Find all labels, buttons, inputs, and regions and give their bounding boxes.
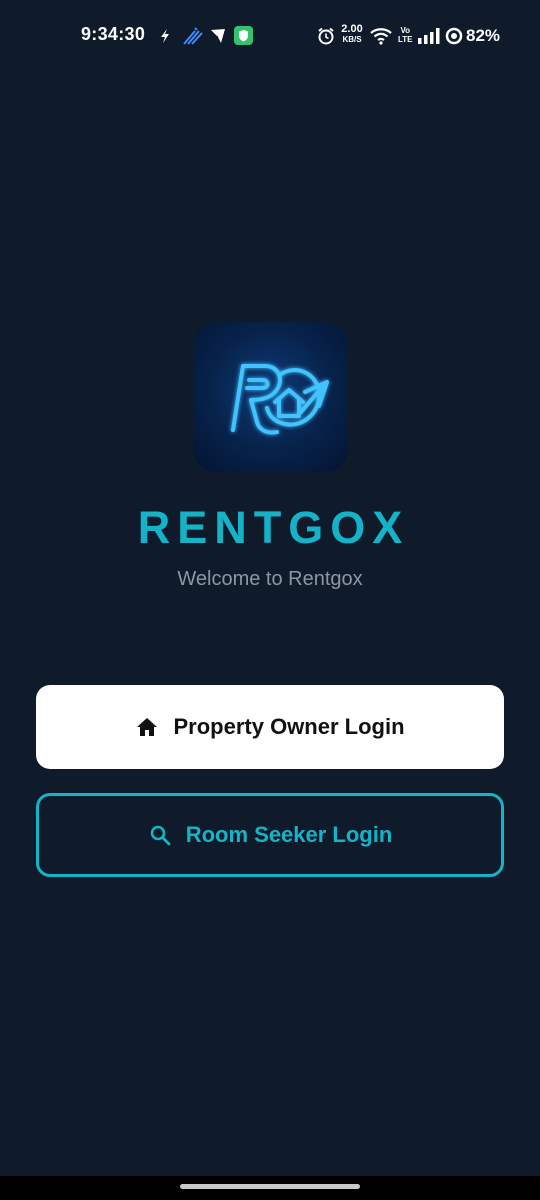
send-icon — [211, 29, 225, 43]
room-seeker-login-label: Room Seeker Login — [185, 822, 393, 847]
volte-top: Vo — [400, 26, 411, 35]
app-subtitle: Welcome to Rentgox — [177, 568, 363, 590]
app-logo-mark — [231, 364, 329, 435]
network-speed-value: 2.00 — [341, 23, 363, 35]
app-logo — [193, 322, 348, 472]
shield-icon — [234, 26, 253, 45]
property-owner-login-button[interactable]: Property Owner Login — [36, 685, 504, 769]
wifi-icon — [370, 28, 392, 45]
battery-percentage: 82% — [466, 26, 501, 45]
home-indicator[interactable] — [180, 1184, 360, 1189]
status-bar: 9:34:30 2.00 KB/S Vo LTE 82% — [0, 0, 540, 72]
system-nav-bar — [0, 1176, 540, 1200]
volte-bottom: LTE — [398, 35, 413, 44]
alarm-icon — [318, 27, 334, 45]
search-icon — [150, 825, 171, 846]
room-seeker-login-button[interactable]: Room Seeker Login — [36, 793, 504, 877]
stripes-icon — [183, 27, 203, 45]
home-icon — [137, 718, 158, 736]
signal-icon — [418, 28, 440, 44]
property-owner-login-label: Property Owner Login — [173, 714, 405, 739]
status-time: 9:34:30 — [81, 24, 146, 44]
network-speed: 2.00 KB/S — [338, 24, 366, 44]
network-speed-unit: KB/S — [342, 35, 362, 44]
app-title: RENTGOX — [137, 502, 410, 553]
volte-indicator: Vo LTE — [398, 26, 413, 44]
flash-icon — [161, 29, 169, 43]
battery-ring-icon — [445, 27, 463, 45]
